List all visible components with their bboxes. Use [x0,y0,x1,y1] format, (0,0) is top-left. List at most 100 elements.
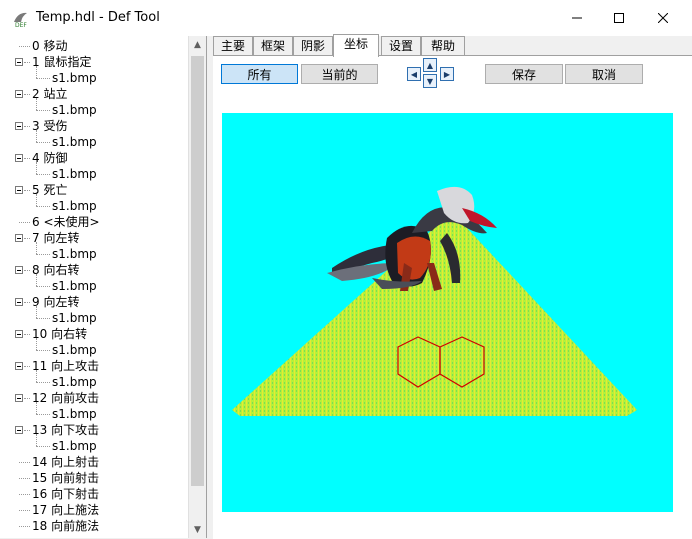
tree-node-label: 2 站立 [32,87,68,101]
window-title: Temp.hdl - Def Tool [36,10,160,25]
arrow-up-icon[interactable]: ▲ [423,58,437,72]
collapse-icon[interactable] [15,122,23,130]
tree-node-2[interactable]: 2 站立 [0,86,186,102]
close-button[interactable] [640,0,686,36]
tree-connector [36,402,37,414]
tree-node-16[interactable]: 16 向下射击 [0,486,186,502]
tree-node-12[interactable]: 12 向前攻击 [0,390,186,406]
tree-leaf-label: s1.bmp [52,407,97,421]
tree-connector [36,414,50,415]
tree-node-8[interactable]: 8 向右转 [0,262,186,278]
tree-connector [36,110,50,111]
tree-node-3[interactable]: 3 受伤 [0,118,186,134]
sprite-preview-canvas[interactable] [222,113,673,512]
tree-connector [24,366,30,367]
tree-node-label: 10 向右转 [32,327,88,341]
tree-scrollbar[interactable]: ▲ ▼ [188,36,206,538]
tree-leaf-5-0[interactable]: s1.bmp [0,194,186,214]
current-button[interactable]: 当前的 [301,64,378,84]
tree-node-label: 4 防御 [32,151,68,165]
scroll-down-icon[interactable]: ▼ [189,521,206,538]
collapse-icon[interactable] [15,186,23,194]
collapse-icon[interactable] [15,298,23,306]
tree-node-11[interactable]: 11 向上攻击 [0,358,186,374]
tree-node-10[interactable]: 10 向右转 [0,326,186,342]
tree-connector [36,318,50,319]
tab-coordinates[interactable]: 坐标 [333,34,379,57]
tab-shadow[interactable]: 阴影 [293,36,333,56]
tree-connector [19,494,30,495]
tree-leaf-12-0[interactable]: s1.bmp [0,402,186,422]
cancel-button[interactable]: 取消 [565,64,643,84]
tree-leaf-label: s1.bmp [52,167,97,181]
collapse-icon[interactable] [15,234,23,242]
tree-leaf-label: s1.bmp [52,375,97,389]
tree-connector [24,430,30,431]
tree-node-13[interactable]: 13 向下攻击 [0,422,186,438]
tree-node-18[interactable]: 18 向前施法 [0,518,186,534]
tree-node-label: 8 向右转 [32,263,80,277]
tree-connector [19,526,30,527]
tab-frame[interactable]: 框架 [253,36,293,56]
tree-leaf-label: s1.bmp [52,103,97,117]
tree-leaf-label: s1.bmp [52,279,97,293]
tree-leaf-1-0[interactable]: s1.bmp [0,66,186,86]
collapse-icon[interactable] [15,362,23,370]
tree-leaf-11-0[interactable]: s1.bmp [0,370,186,390]
tree-leaf-8-0[interactable]: s1.bmp [0,274,186,294]
tree-leaf-9-0[interactable]: s1.bmp [0,306,186,326]
tree-node-6[interactable]: 6 <未使用> [0,214,186,230]
tree-node-14[interactable]: 14 向上射击 [0,454,186,470]
tree-connector [36,194,37,206]
tree-leaf-label: s1.bmp [52,343,97,357]
tree-leaf-4-0[interactable]: s1.bmp [0,162,186,182]
animation-tree[interactable]: 0 移动 1 鼠标指定 s1.bmp 2 站立 s1.bmp 3 受伤 s1.bmp 4 防御… [0,36,207,538]
tree-node-4[interactable]: 4 防御 [0,150,186,166]
tree-node-0[interactable]: 0 移动 [0,38,186,54]
tree-node-1[interactable]: 1 鼠标指定 [0,54,186,70]
minimize-button[interactable] [554,0,600,36]
arrow-right-icon[interactable]: ▶ [440,67,454,81]
tree-leaf-label: s1.bmp [52,439,97,453]
tab-settings[interactable]: 设置 [381,36,421,56]
tree-leaf-2-0[interactable]: s1.bmp [0,98,186,118]
close-icon [658,13,668,23]
tree-leaf-label: s1.bmp [52,311,97,325]
tree-connector [36,274,37,286]
tree-connector [36,338,37,350]
tree-node-5[interactable]: 5 死亡 [0,182,186,198]
tree-connector [36,174,50,175]
scroll-up-icon[interactable]: ▲ [189,36,206,53]
tree-node-label: 11 向上攻击 [32,359,100,373]
tab-help[interactable]: 帮助 [421,36,465,56]
tree-connector [24,302,30,303]
scroll-thumb[interactable] [191,56,204,486]
collapse-icon[interactable] [15,394,23,402]
tree-node-label: 16 向下射击 [32,487,100,501]
collapse-icon[interactable] [15,330,23,338]
tree-connector [19,510,30,511]
tree-node-7[interactable]: 7 向左转 [0,230,186,246]
maximize-button[interactable] [596,0,642,36]
tree-node-15[interactable]: 15 向前射击 [0,470,186,486]
arrow-left-icon[interactable]: ◀ [407,67,421,81]
all-button[interactable]: 所有 [221,64,298,84]
tree-node-9[interactable]: 9 向左转 [0,294,186,310]
save-button[interactable]: 保存 [485,64,563,84]
arrow-down-icon[interactable]: ▼ [423,74,437,88]
collapse-icon[interactable] [15,154,23,162]
collapse-icon[interactable] [15,58,23,66]
tree-connector [36,162,37,174]
tree-leaf-13-0[interactable]: s1.bmp [0,434,186,454]
tree-leaf-3-0[interactable]: s1.bmp [0,130,186,150]
tree-leaf-7-0[interactable]: s1.bmp [0,242,186,262]
tree-connector [19,222,30,223]
tree-connector [19,462,30,463]
tree-connector [36,382,50,383]
tab-main[interactable]: 主要 [213,36,253,56]
collapse-icon[interactable] [15,266,23,274]
tree-node-17[interactable]: 17 向上施法 [0,502,186,518]
collapse-icon[interactable] [15,426,23,434]
collapse-icon[interactable] [15,90,23,98]
tree-leaf-10-0[interactable]: s1.bmp [0,338,186,358]
